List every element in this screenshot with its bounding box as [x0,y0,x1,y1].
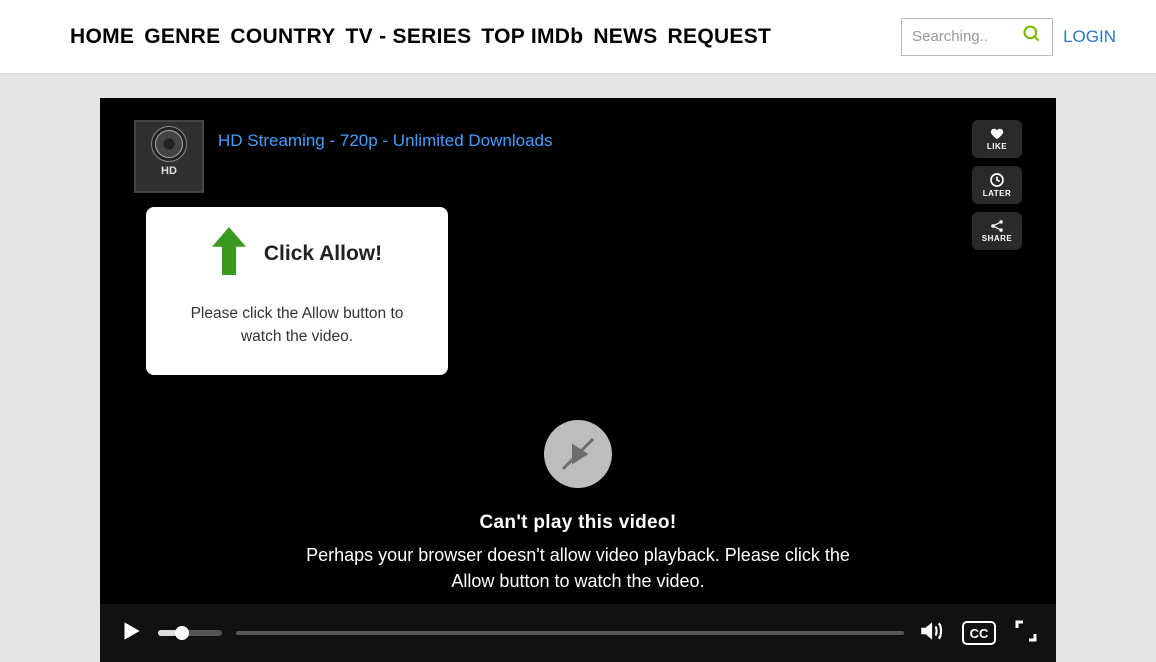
nav-genre[interactable]: GENRE [144,25,220,49]
stream-link[interactable]: HD Streaming - 720p - Unlimited Download… [218,131,552,151]
share-button[interactable]: SHARE [972,212,1022,250]
volume-thumb[interactable] [175,626,189,640]
nav-request[interactable]: REQUEST [668,25,772,49]
like-button[interactable]: LIKE [972,120,1022,158]
nav-top-imdb[interactable]: TOP IMDb [481,25,583,49]
clock-icon [989,172,1005,188]
popup-title: Click Allow! [264,242,382,266]
like-label: LIKE [987,142,1007,151]
video-player: HD HD Streaming - 720p - Unlimited Downl… [100,98,1056,662]
progress-bar[interactable] [236,631,904,635]
arrow-up-icon [212,227,246,280]
volume-slider[interactable] [158,630,222,636]
fullscreen-button[interactable] [1014,619,1038,648]
nav-tvseries[interactable]: TV - SERIES [346,25,472,49]
search-icon[interactable] [1022,24,1042,49]
heart-icon [988,127,1006,141]
search-box[interactable] [901,18,1053,56]
film-reel-icon [151,126,187,162]
player-stage: HD HD Streaming - 720p - Unlimited Downl… [0,74,1156,662]
search-input[interactable] [912,28,1022,45]
main-nav: HOME GENRE COUNTRY TV - SERIES TOP IMDb … [70,25,901,49]
play-button[interactable] [118,618,144,649]
error-title: Can't play this video! [298,512,858,534]
hd-thumb-icon: HD [134,120,204,193]
player-controls: CC [100,604,1056,662]
share-label: SHARE [982,234,1013,243]
playback-error: Can't play this video! Perhaps your brow… [298,420,858,594]
share-icon [989,219,1005,233]
mute-button[interactable] [918,618,944,649]
nav-country[interactable]: COUNTRY [230,25,335,49]
later-button[interactable]: LATER [972,166,1022,204]
allow-popup: Click Allow! Please click the Allow butt… [146,207,448,375]
cc-button[interactable]: CC [962,621,996,645]
action-buttons: LIKE LATER SHARE [972,120,1022,250]
nav-home[interactable]: HOME [70,25,134,49]
login-link[interactable]: LOGIN [1063,27,1116,47]
popup-body: Please click the Allow button to watch t… [170,302,424,349]
hd-badge: HD [161,165,177,177]
stream-banner: HD HD Streaming - 720p - Unlimited Downl… [134,120,552,193]
later-label: LATER [983,189,1012,198]
error-subtitle: Perhaps your browser doesn't allow video… [298,542,858,594]
site-header: HOME GENRE COUNTRY TV - SERIES TOP IMDb … [0,0,1156,74]
nav-news[interactable]: NEWS [593,25,657,49]
cant-play-icon [544,420,612,488]
